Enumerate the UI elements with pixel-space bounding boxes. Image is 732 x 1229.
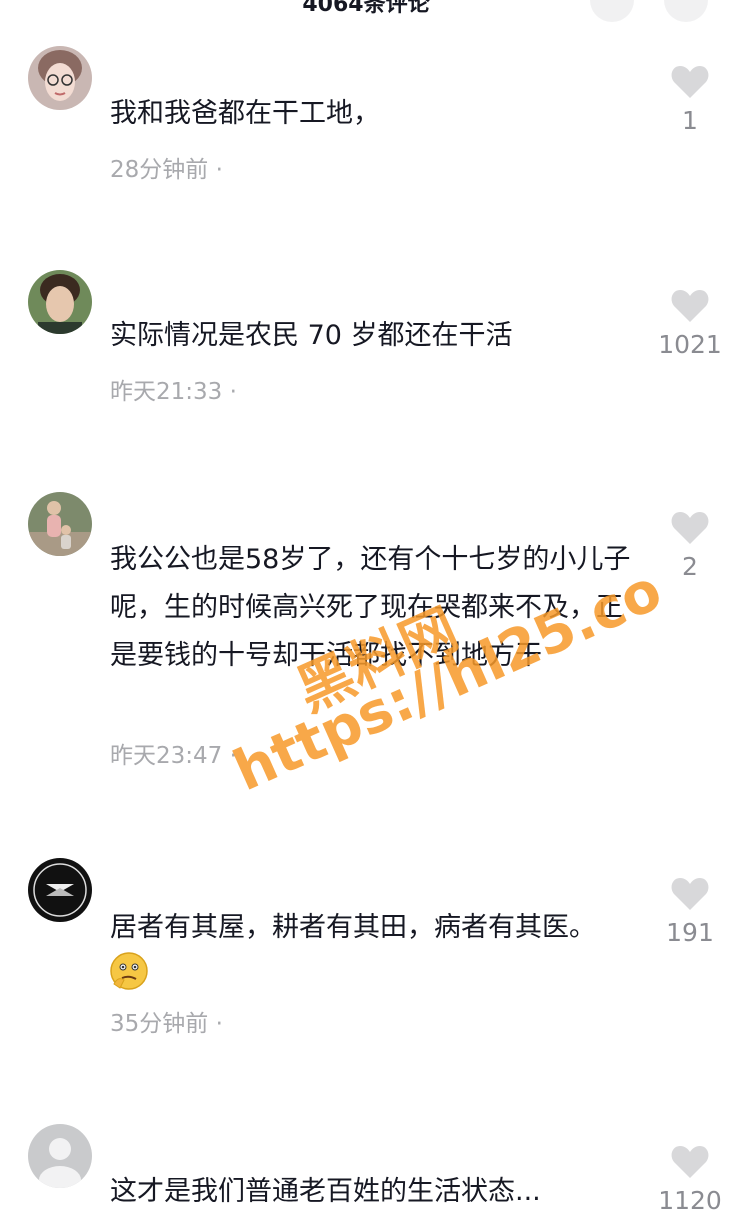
user-avatar[interactable] (28, 492, 92, 556)
close-icon (664, 0, 708, 22)
comment-time: 28分钟前 · (110, 157, 223, 183)
comment-time: 昨天21:33 · (110, 379, 237, 405)
expand-button[interactable] (590, 0, 634, 22)
avatar-girl-glasses (28, 46, 92, 110)
like-button[interactable]: 1021 (650, 288, 730, 359)
user-avatar[interactable] (28, 270, 92, 334)
comment-text: 我和我爸都在干工地， (110, 98, 380, 129)
heart-icon (671, 1146, 709, 1178)
like-count: 1021 (658, 330, 722, 359)
heart-icon (671, 878, 709, 910)
like-count: 1 (682, 106, 698, 135)
comment-text: 实际情况是农民 70 岁都还在干活 (110, 320, 513, 351)
comments-header: 4064条评论 (0, 0, 732, 24)
user-avatar[interactable] (28, 1124, 92, 1188)
like-button[interactable]: 1 (650, 64, 730, 135)
like-button[interactable]: 1120 (650, 1144, 730, 1215)
avatar-default (28, 1124, 92, 1188)
avatar-young-man (28, 270, 92, 334)
heart-icon (671, 512, 709, 544)
like-count: 2 (682, 552, 698, 581)
comment-text: 这才是我们普通老百姓的生活状态... (110, 1176, 541, 1207)
avatar-mother-child (28, 492, 92, 556)
user-avatar[interactable] (28, 46, 92, 110)
like-count: 191 (666, 918, 714, 947)
comment-time: 35分钟前 · (110, 1011, 223, 1037)
thinking-face-emoji (110, 952, 148, 990)
avatar-converse-logo (28, 858, 92, 922)
heart-icon (671, 66, 709, 98)
comment-text: 我公公也是58岁了，还有个十七岁的小儿子呢，生的时候高兴死了现在哭都来不及，正是… (110, 544, 631, 671)
like-button[interactable]: 191 (650, 876, 730, 947)
close-button[interactable] (664, 0, 708, 22)
comment-time: 昨天23:47 · (110, 743, 237, 769)
comment-text: 居者有其屋，耕者有其田，病者有其医。 (110, 912, 596, 943)
like-count: 1120 (658, 1186, 722, 1215)
expand-icon (590, 0, 634, 22)
heart-icon (671, 290, 709, 322)
like-button[interactable]: 2 (650, 510, 730, 581)
user-avatar[interactable] (28, 858, 92, 922)
